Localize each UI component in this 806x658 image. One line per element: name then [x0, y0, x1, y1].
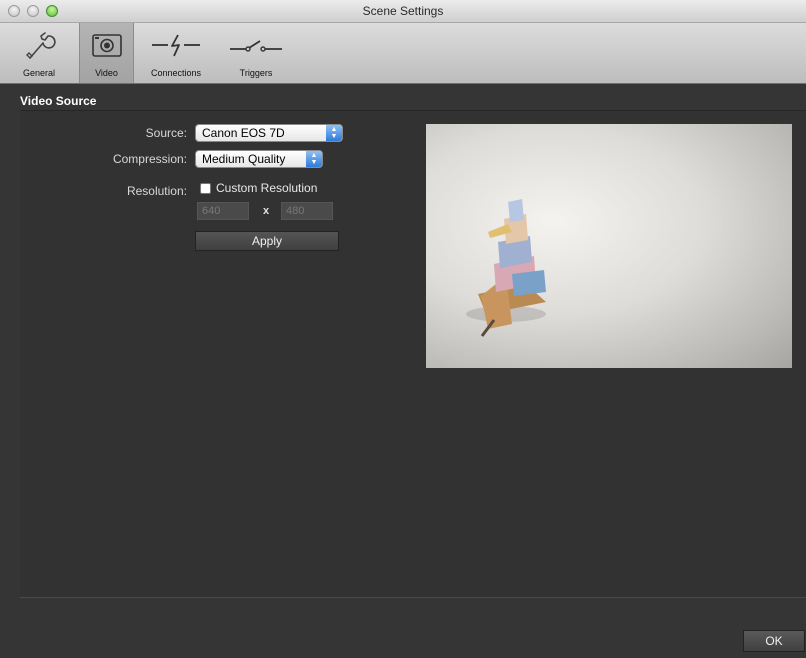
switch-icon [220, 29, 292, 61]
wrench-icon [0, 29, 78, 61]
scene-settings-window: Scene Settings General Video Connections… [0, 0, 806, 658]
camera-icon [80, 29, 133, 61]
compression-popup[interactable]: Medium Quality ▲ ▼ [195, 150, 323, 168]
apply-button[interactable]: Apply [195, 231, 339, 251]
height-field[interactable]: 480 [281, 202, 333, 220]
compression-value: Medium Quality [202, 152, 286, 166]
video-preview-image [426, 124, 792, 368]
tab-triggers-label: Triggers [239, 68, 273, 78]
tab-general-label: General [22, 68, 56, 78]
resolution-separator: x [263, 205, 270, 217]
lightning-connector-icon [138, 29, 214, 61]
source-value: Canon EOS 7D [202, 126, 285, 140]
tab-video[interactable]: Video [79, 23, 134, 83]
compression-label: Compression: [112, 152, 187, 166]
width-field[interactable]: 640 [197, 202, 249, 220]
preferences-toolbar: General Video Connections Triggers [0, 23, 806, 84]
source-popup[interactable]: Canon EOS 7D ▲ ▼ [195, 124, 343, 142]
custom-resolution-label[interactable]: Custom Resolution [216, 181, 317, 195]
chevron-up-down-icon: ▲ ▼ [326, 125, 342, 141]
tab-video-label: Video [95, 68, 118, 78]
tab-connections[interactable]: Connections [138, 23, 214, 83]
window-title: Scene Settings [362, 4, 444, 18]
source-label: Source: [145, 126, 187, 140]
ok-button[interactable]: OK [743, 630, 805, 652]
custom-resolution-checkbox[interactable] [200, 183, 211, 194]
tab-connections-label: Connections [150, 68, 202, 78]
tab-general[interactable]: General [0, 23, 78, 83]
chevron-up-down-icon: ▲ ▼ [306, 151, 322, 167]
section-title: Video Source [20, 94, 97, 108]
resolution-label: Resolution: [126, 184, 187, 198]
title-bar: Scene Settings [0, 0, 806, 23]
tab-triggers[interactable]: Triggers [220, 23, 292, 83]
